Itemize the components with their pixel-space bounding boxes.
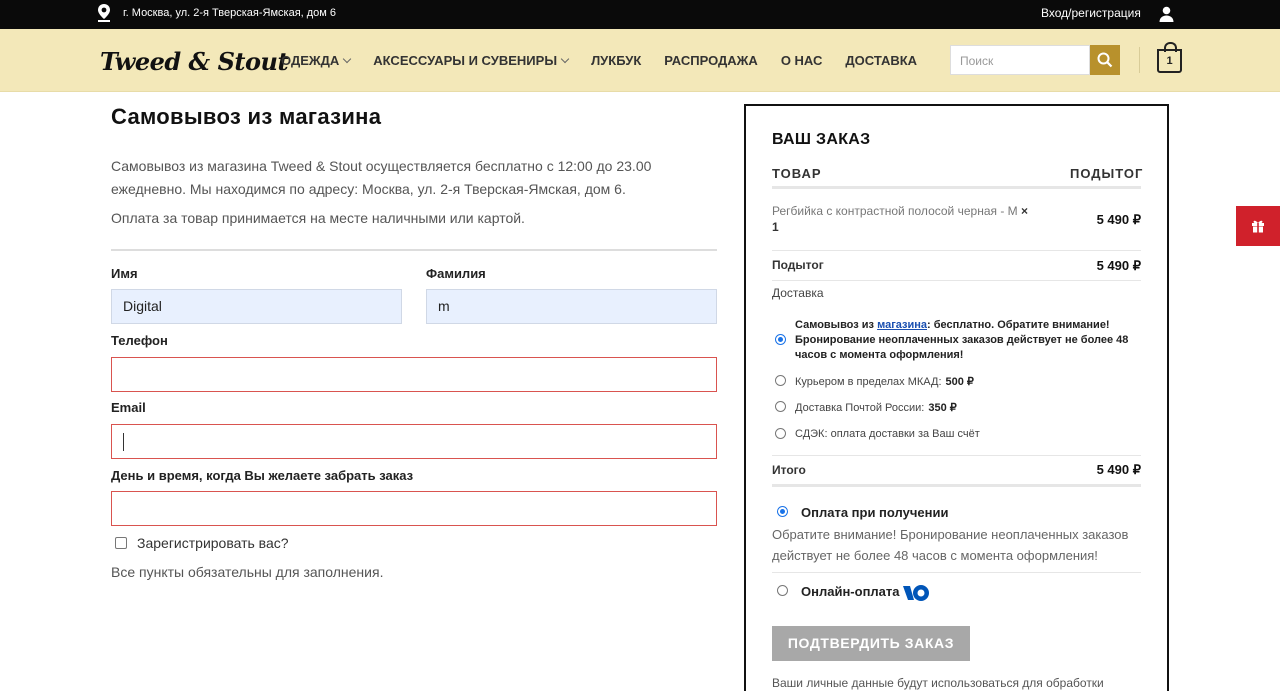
nav-item-label: ЛУКБУК — [591, 53, 642, 68]
payment-cod-description: Обратите внимание! Бронирование неоплаче… — [772, 527, 1129, 563]
cart-item-name: Регбийка с контрастной полосой черная - … — [772, 203, 1032, 235]
shipping-radio-pickup[interactable] — [775, 334, 786, 345]
privacy-note: Ваши личные данные будут использоваться … — [772, 676, 1104, 690]
email-label: Email — [111, 400, 146, 415]
total-label: Итого — [772, 463, 806, 477]
cart-item-title: Регбийка с контрастной полосой черная - … — [772, 204, 1018, 218]
order-title: ВАШ ЗАКАЗ — [772, 131, 871, 148]
pickup-time-label: День и время, когда Вы желаете забрать з… — [111, 468, 414, 483]
chevron-down-icon — [560, 54, 570, 63]
payment-option-cod[interactable]: Оплата при получении — [801, 505, 948, 520]
phone-label: Телефон — [111, 333, 168, 348]
search-button[interactable] — [1090, 45, 1120, 75]
shipping-radio-cdek[interactable] — [775, 428, 786, 439]
subtotal-label: Подытог — [772, 258, 824, 272]
shipping-option-label: Доставка Почтой России: — [795, 402, 925, 414]
last-name-field[interactable]: m — [426, 289, 717, 324]
gift-tab[interactable] — [1236, 206, 1280, 246]
chevron-down-icon — [343, 54, 352, 63]
row-divider — [772, 250, 1141, 251]
required-note: Все пункты обязательны для заполнения. — [111, 564, 384, 580]
register-label[interactable]: Зарегистрировать вас? — [137, 535, 289, 551]
column-subtotal: ПОДЫТОГ — [1070, 166, 1144, 181]
store-link[interactable]: магазина — [877, 319, 927, 331]
row-divider — [772, 455, 1141, 456]
nav-item-label: ОДЕЖДА — [281, 53, 340, 68]
header-divider — [1139, 47, 1140, 73]
nav-item-label: РАСПРОДАЖА — [664, 53, 758, 68]
pickup-time-field[interactable] — [111, 491, 717, 526]
shipping-option-price: 500 ₽ — [945, 376, 974, 388]
nav-item-clothing[interactable]: ОДЕЖДА — [281, 53, 352, 68]
payment-radio-cod[interactable] — [777, 506, 788, 517]
shipping-radio-post[interactable] — [775, 401, 786, 412]
nav-item-about[interactable]: О НАС — [781, 53, 823, 68]
shipping-option-courier[interactable]: Курьером в пределах МКАД: 500 ₽ — [795, 375, 974, 388]
column-product: ТОВАР — [772, 166, 822, 181]
subtotal-value: 5 490 ₽ — [1096, 258, 1141, 273]
first-name-label: Имя — [111, 266, 138, 281]
payment-option-online[interactable]: Онлайн-оплата — [801, 584, 900, 599]
nav-item-lookbook[interactable]: ЛУКБУК — [591, 53, 641, 68]
shipping-option-label: СДЭК: оплата доставки за Ваш счёт — [795, 428, 980, 440]
search-icon — [1097, 52, 1113, 68]
nav-item-label: О НАС — [780, 53, 823, 68]
email-field[interactable] — [111, 424, 717, 459]
shipping-option-cdek[interactable]: СДЭК: оплата доставки за Ваш счёт — [795, 428, 980, 440]
store-address: г. Москва, ул. 2-я Тверская-Ямская, дом … — [123, 7, 337, 19]
shipping-pickup-prefix: Самовывоз из — [795, 319, 878, 331]
cart-button[interactable]: 1 — [1157, 42, 1182, 73]
text-cursor — [123, 433, 124, 451]
search-input[interactable]: Поиск — [950, 45, 1090, 75]
confirm-order-button[interactable]: ПОДТВЕРДИТЬ ЗАКАЗ — [772, 626, 970, 661]
total-value: 5 490 ₽ — [1096, 462, 1141, 477]
last-name-label: Фамилия — [426, 266, 486, 281]
yoomoney-logo-icon — [903, 585, 929, 601]
nav-item-sale[interactable]: РАСПРОДАЖА — [664, 53, 758, 68]
cart-item-price: 5 490 ₽ — [1096, 212, 1141, 227]
row-divider — [772, 280, 1141, 281]
first-name-field[interactable]: Digital — [111, 289, 402, 324]
row-divider — [772, 572, 1141, 573]
shipping-option-post[interactable]: Доставка Почтой России: 350 ₽ — [795, 401, 957, 414]
shipping-label: Доставка — [772, 286, 824, 300]
location-pin-icon — [98, 4, 110, 22]
section-divider — [111, 249, 717, 251]
page-title: Самовывоз из магазина — [111, 104, 382, 129]
main-nav: ОДЕЖДА АКСЕССУАРЫ И СУВЕНИРЫ ЛУКБУК РАСП… — [281, 53, 940, 68]
total-divider — [772, 484, 1141, 487]
register-checkbox[interactable] — [115, 537, 127, 549]
top-bar: г. Москва, ул. 2-я Тверская-Ямская, дом … — [0, 0, 1280, 29]
shipping-option-price: 350 ₽ — [928, 402, 957, 414]
nav-item-label: АКСЕССУАРЫ И СУВЕНИРЫ — [373, 53, 558, 68]
shipping-option-label: Курьером в пределах МКАД: — [795, 376, 942, 388]
phone-field[interactable] — [111, 357, 717, 392]
user-icon[interactable] — [1159, 6, 1174, 22]
nav-item-accessories[interactable]: АКСЕССУАРЫ И СУВЕНИРЫ — [373, 53, 570, 68]
pickup-description: Самовывоз из магазина Tweed & Stout осущ… — [111, 158, 652, 197]
header-divider-line — [772, 186, 1141, 189]
order-summary — [744, 104, 1169, 691]
site-logo[interactable]: Tweed & Stout — [100, 47, 289, 76]
login-link[interactable]: Вход/регистрация — [1041, 6, 1141, 20]
shipping-option-pickup[interactable]: Самовывоз из магазина: бесплатно. Обрати… — [795, 318, 1135, 363]
shipping-radio-courier[interactable] — [775, 375, 786, 386]
site-header: Tweed & Stout ОДЕЖДА АКСЕССУАРЫ И СУВЕНИ… — [0, 29, 1280, 92]
nav-item-label: ДОСТАВКА — [845, 53, 918, 68]
payment-info: Оплата за товар принимается на месте нал… — [111, 210, 525, 226]
nav-item-delivery[interactable]: ДОСТАВКА — [845, 53, 917, 68]
payment-radio-online[interactable] — [777, 585, 788, 596]
gift-icon — [1252, 220, 1264, 233]
